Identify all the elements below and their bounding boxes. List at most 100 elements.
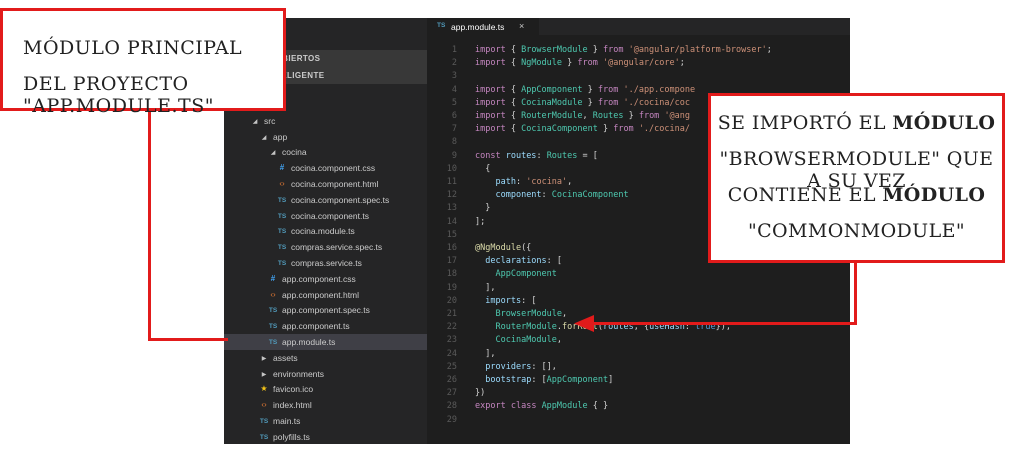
html-file-icon: ‹› <box>270 289 276 299</box>
line-number: 16 <box>446 243 457 253</box>
code-text: export class AppModule { } <box>475 401 609 412</box>
tree-item-label: cocina.component.css <box>291 162 376 173</box>
tree-item-label: cocina.component.html <box>291 178 379 189</box>
line-number: 10 <box>446 163 457 174</box>
tree-item[interactable]: # app.component.css <box>224 271 427 287</box>
connector-right-vertical <box>854 263 857 325</box>
chevron-icon: ◢ <box>252 118 258 125</box>
code-text: AppComponent <box>495 269 557 280</box>
callout-right-line3: CONTIENE EL MÓDULO <box>711 184 1002 206</box>
chevron-icon: ◢ <box>270 150 276 157</box>
ts-file-icon: TS <box>277 212 287 220</box>
css-file-icon: # <box>279 163 285 173</box>
code-text: } <box>475 203 491 214</box>
tree-item[interactable]: ◢ cocina <box>224 144 427 160</box>
code-text: component: CocinaComponent <box>495 190 629 201</box>
code-text: import { AppComponent } from './app.comp… <box>475 84 696 95</box>
tree-item[interactable]: # cocina.component.css <box>224 160 427 176</box>
tree-item[interactable]: TS app.module.ts <box>224 334 427 350</box>
tree-item[interactable]: ▶ environments <box>224 366 427 382</box>
tree-item[interactable]: TS app.component.ts <box>224 318 427 334</box>
code-text: @NgModule({ <box>475 243 532 253</box>
tree-item[interactable]: TS compras.service.spec.ts <box>224 239 427 255</box>
code-text: bootstrap: [AppComponent] <box>485 375 614 385</box>
tree-item-label: compras.service.spec.ts <box>291 241 383 252</box>
line-number: 9 <box>451 150 457 161</box>
tree-item[interactable]: TS compras.service.ts <box>224 255 427 271</box>
line-number: 17 <box>446 256 457 267</box>
line-number: 13 <box>446 203 457 214</box>
tree-item[interactable]: TS cocina.component.spec.ts <box>224 192 427 208</box>
callout-right-line1: SE IMPORTÓ EL MÓDULO <box>711 112 1002 134</box>
chevron-icon: ▶ <box>261 355 267 362</box>
line-number: 11 <box>446 177 457 187</box>
tab-app-module[interactable]: TS app.module.ts × <box>427 18 539 35</box>
line-number: 24 <box>446 348 457 359</box>
tab-bar: TS app.module.ts × <box>427 18 850 35</box>
tree-item[interactable]: TS main.ts <box>224 413 427 429</box>
line-number: 18 <box>446 269 457 280</box>
tree-item-label: cocina.component.ts <box>291 210 369 221</box>
code-line[interactable]: 29 <box>427 414 850 430</box>
connector-right-horizontal <box>590 322 857 325</box>
tree-item-label: polyfills.ts <box>273 431 310 442</box>
ts-file-icon: TS <box>277 244 287 252</box>
tree-item[interactable]: TS cocina.component.ts <box>224 208 427 224</box>
tree-item-label: assets <box>273 352 298 363</box>
line-number: 15 <box>446 229 457 240</box>
code-text: }) <box>475 388 486 399</box>
line-number: 7 <box>451 124 457 135</box>
tree-item-label: cocina.component.spec.ts <box>291 194 390 205</box>
code-text: path: 'cocina', <box>495 177 573 187</box>
tree-item-label: app.module.ts <box>282 336 336 347</box>
connector-left-vertical <box>148 111 151 341</box>
line-number: 4 <box>451 84 457 95</box>
ts-file-icon: TS <box>268 339 278 346</box>
code-text: ]; <box>475 216 486 227</box>
ts-file-icon: TS <box>277 260 287 267</box>
tree-item[interactable]: TS app.component.spec.ts <box>224 302 427 318</box>
arrowhead-icon <box>574 315 594 332</box>
tree-item-label: environments <box>273 368 325 379</box>
ts-file-icon: TS <box>259 433 269 441</box>
tree-item[interactable]: TS cocina.module.ts <box>224 223 427 239</box>
tree-item[interactable]: ★ favicon.ico <box>224 381 427 397</box>
line-number: 28 <box>446 401 457 412</box>
line-number: 12 <box>446 190 457 201</box>
line-number: 25 <box>446 361 457 372</box>
tree-item-label: app.component.html <box>282 289 360 300</box>
tree-item[interactable]: ▶ assets <box>224 350 427 366</box>
code-text: ], <box>475 282 496 293</box>
ts-file-icon: TS <box>277 196 287 204</box>
callout-browsermodule: SE IMPORTÓ EL MÓDULO "BROWSERMODULE" QUE… <box>708 93 1005 263</box>
callout-right-line3-bold: MÓDULO <box>882 184 986 206</box>
code-text: declarations: [ <box>485 256 563 267</box>
line-number: 1 <box>451 45 457 55</box>
callout-right-line1-text: SE IMPORTÓ EL <box>717 112 893 134</box>
line-number: 6 <box>451 111 457 121</box>
tree-item-label: index.html <box>273 399 312 410</box>
tree-item-label: main.ts <box>273 415 301 426</box>
tree-item[interactable]: ‹› app.component.html <box>224 287 427 303</box>
tree-item[interactable]: ‹› cocina.component.html <box>224 176 427 192</box>
tree-item-label: cocina <box>282 147 307 158</box>
ts-file-icon: TS <box>437 22 446 29</box>
line-number: 3 <box>451 71 457 82</box>
code-text: CocinaModule, <box>495 335 563 346</box>
tree-item[interactable]: ◢ app <box>224 129 427 145</box>
code-text: { <box>475 163 491 174</box>
callout-right-line1-bold: MÓDULO <box>892 112 996 134</box>
callout-right-line3-text: CONTIENE EL <box>727 184 883 206</box>
tree-item[interactable]: ‹› index.html <box>224 397 427 413</box>
html-file-icon: ‹› <box>279 179 285 188</box>
line-number: 19 <box>446 282 457 293</box>
code-text: import { NgModule } from '@angular/core'… <box>475 58 685 69</box>
tree-item[interactable]: TS polyfills.ts <box>224 429 427 444</box>
tree-item-label: app <box>273 131 288 142</box>
css-file-icon: # <box>270 273 276 283</box>
close-icon[interactable]: × <box>519 21 524 31</box>
ts-file-icon: TS <box>277 228 287 236</box>
tree-item-label: cocina.module.ts <box>291 226 355 237</box>
line-number: 21 <box>446 309 457 319</box>
connector-left-horizontal <box>148 338 228 341</box>
